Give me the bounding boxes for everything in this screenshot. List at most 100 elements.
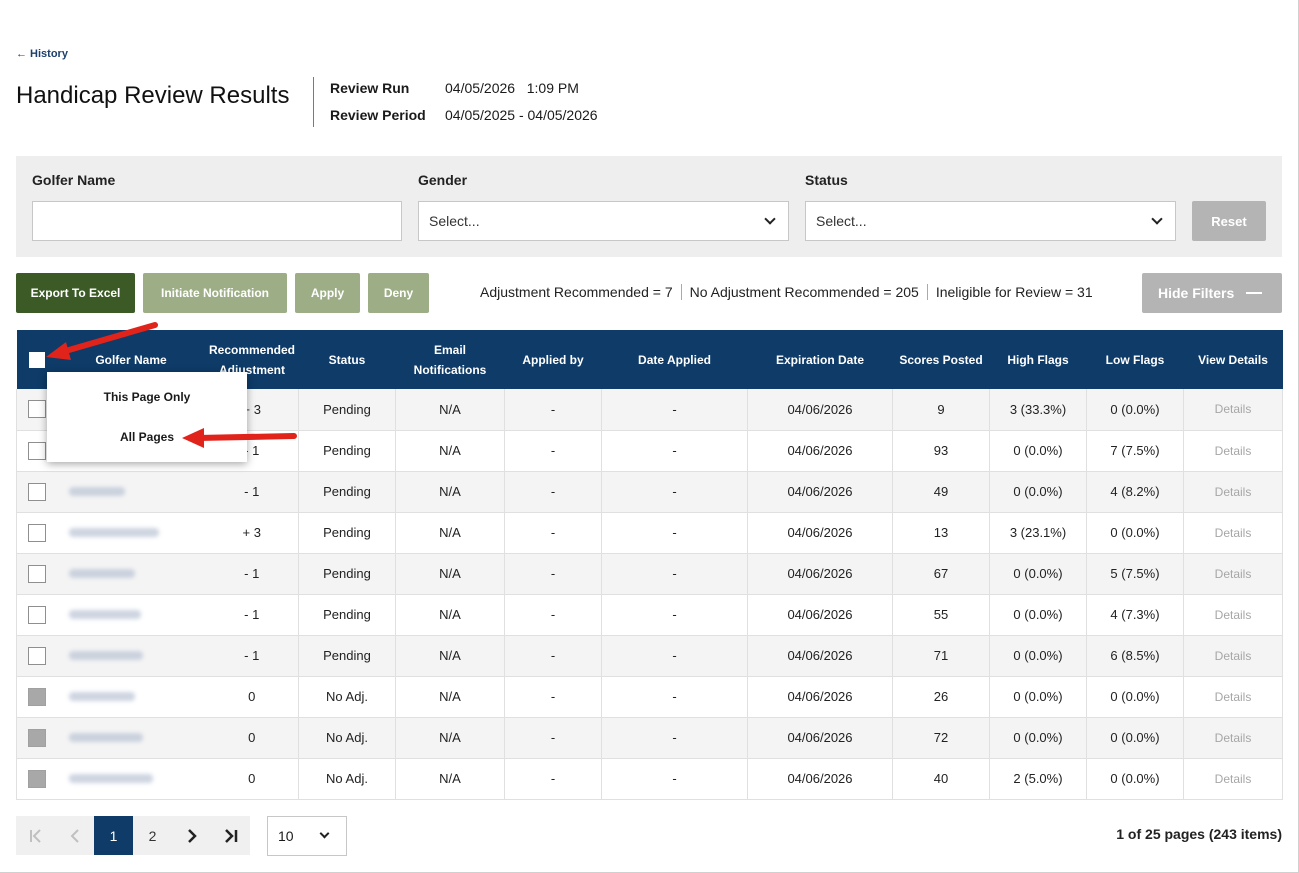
prev-page-button[interactable] bbox=[55, 816, 94, 855]
redacted-golfer-name[interactable] bbox=[68, 774, 153, 783]
redacted-golfer-name[interactable] bbox=[68, 651, 143, 660]
row-checkbox[interactable] bbox=[27, 564, 46, 583]
row-checkbox[interactable] bbox=[27, 646, 46, 665]
table-row[interactable]: 0 No Adj. N/A - -04/06/2026 26 0 (0.0%) 0 (0.0%… bbox=[16, 676, 1283, 718]
annotation-arrow-icon bbox=[46, 322, 158, 360]
details-link[interactable]: Details bbox=[1183, 512, 1283, 554]
table-row[interactable]: - 1 Pending N/A - -04/06/2026 49 0 (0.0%) 4 (8.… bbox=[16, 471, 1283, 513]
row-checkbox[interactable] bbox=[27, 523, 46, 542]
gender-select[interactable]: Select... bbox=[418, 201, 789, 241]
redacted-golfer-name[interactable] bbox=[68, 528, 159, 537]
details-link[interactable]: Details bbox=[1183, 758, 1283, 800]
status-cell: No Adj. bbox=[298, 758, 396, 800]
status-cell: Pending bbox=[298, 471, 396, 513]
col-expiration-date[interactable]: Expiration Date bbox=[747, 330, 893, 389]
table-row[interactable]: - 1 Pending N/A - -04/06/2026 71 0 (0.0%) 6 (8.… bbox=[16, 635, 1283, 677]
golfer-name-cell bbox=[56, 471, 206, 513]
col-email-notifications[interactable]: Email Notifications bbox=[395, 330, 505, 389]
details-link[interactable]: Details bbox=[1183, 471, 1283, 513]
golfer-name-input[interactable] bbox=[32, 201, 402, 241]
page-1-button[interactable]: 1 bbox=[94, 816, 133, 855]
row-checkbox[interactable] bbox=[27, 400, 46, 419]
row-checkbox[interactable] bbox=[27, 441, 46, 460]
col-low-flags[interactable]: Low Flags bbox=[1086, 330, 1184, 389]
table-row[interactable]: 0 No Adj. N/A - -04/06/2026 40 2 (5.0%) 0 (0.0%… bbox=[16, 758, 1283, 800]
col-scores-posted[interactable]: Scores Posted bbox=[892, 330, 990, 389]
scores-posted-cell: 49 bbox=[892, 471, 990, 513]
high-flags-cell: 0 (0.0%) bbox=[989, 717, 1087, 759]
details-link[interactable]: Details bbox=[1183, 594, 1283, 636]
row-checkbox[interactable] bbox=[27, 728, 46, 747]
status-cell: Pending bbox=[298, 553, 396, 595]
applied-by-cell: - bbox=[504, 553, 602, 595]
row-checkbox-cell[interactable] bbox=[16, 553, 57, 595]
row-checkbox[interactable] bbox=[27, 605, 46, 624]
date-applied-cell: - bbox=[601, 430, 748, 472]
row-checkbox[interactable] bbox=[27, 687, 46, 706]
reset-button[interactable]: Reset bbox=[1192, 201, 1266, 241]
status-select[interactable]: Select... bbox=[805, 201, 1176, 241]
email-notifications-cell: N/A bbox=[395, 758, 505, 800]
row-checkbox-cell[interactable] bbox=[16, 512, 57, 554]
table-row[interactable]: + 3 Pending N/A - -04/06/2026 13 3 (23.1%) 0 (0… bbox=[16, 512, 1283, 554]
high-flags-cell: 0 (0.0%) bbox=[989, 471, 1087, 513]
expiration-date-cell: 04/06/2026 bbox=[747, 553, 893, 595]
row-checkbox-cell[interactable] bbox=[16, 635, 57, 677]
col-status[interactable]: Status bbox=[298, 330, 396, 389]
applied-by-cell: - bbox=[504, 594, 602, 636]
page-size-select[interactable]: 10 bbox=[267, 816, 347, 856]
high-flags-cell: 3 (23.1%) bbox=[989, 512, 1087, 554]
export-to-excel-button[interactable]: Export To Excel bbox=[16, 273, 135, 313]
redacted-golfer-name[interactable] bbox=[68, 610, 141, 619]
details-link[interactable]: Details bbox=[1183, 676, 1283, 718]
last-page-button[interactable] bbox=[211, 816, 250, 855]
redacted-golfer-name[interactable] bbox=[68, 487, 125, 496]
back-to-history-link[interactable]: ← History bbox=[16, 48, 68, 60]
date-applied-cell: - bbox=[601, 676, 748, 718]
row-checkbox-cell[interactable] bbox=[16, 717, 57, 759]
table-row[interactable]: 0 No Adj. N/A - -04/06/2026 72 0 (0.0%) 0 (0.0%… bbox=[16, 717, 1283, 759]
redacted-golfer-name[interactable] bbox=[68, 692, 135, 701]
first-page-button[interactable] bbox=[16, 816, 55, 855]
hide-filters-label: Hide Filters bbox=[1158, 285, 1235, 301]
adjustment-cell: 0 bbox=[205, 758, 299, 800]
details-link[interactable]: Details bbox=[1183, 717, 1283, 759]
hide-filters-button[interactable]: Hide Filters bbox=[1142, 273, 1282, 313]
scores-posted-cell: 55 bbox=[892, 594, 990, 636]
gender-label: Gender bbox=[418, 172, 468, 188]
details-link[interactable]: Details bbox=[1183, 635, 1283, 677]
initiate-notification-button[interactable]: Initiate Notification bbox=[143, 273, 287, 313]
row-checkbox-cell[interactable] bbox=[16, 676, 57, 718]
deny-button[interactable]: Deny bbox=[368, 273, 429, 313]
details-link[interactable]: Details bbox=[1183, 430, 1283, 472]
redacted-golfer-name[interactable] bbox=[68, 733, 143, 742]
col-high-flags[interactable]: High Flags bbox=[989, 330, 1087, 389]
row-checkbox[interactable] bbox=[27, 482, 46, 501]
applied-by-cell: - bbox=[504, 758, 602, 800]
status-label: Status bbox=[805, 172, 848, 188]
row-checkbox-cell[interactable] bbox=[16, 758, 57, 800]
details-link[interactable]: Details bbox=[1183, 553, 1283, 595]
date-applied-cell: - bbox=[601, 717, 748, 759]
table-row[interactable]: - 1 Pending N/A - -04/06/2026 55 0 (0.0%) 4 (7.… bbox=[16, 594, 1283, 636]
col-date-applied[interactable]: Date Applied bbox=[601, 330, 748, 389]
redacted-golfer-name[interactable] bbox=[68, 569, 135, 578]
review-summary: Adjustment Recommended = 7 No Adjustment… bbox=[480, 284, 1101, 300]
row-checkbox-cell[interactable] bbox=[16, 471, 57, 513]
col-applied-by[interactable]: Applied by bbox=[504, 330, 602, 389]
first-page-icon bbox=[29, 828, 41, 843]
page-info: 1 of 25 pages (243 items) bbox=[1116, 826, 1282, 842]
apply-button[interactable]: Apply bbox=[295, 273, 360, 313]
table-row[interactable]: - 1 Pending N/A - -04/06/2026 67 0 (0.0%) 5 (7.… bbox=[16, 553, 1283, 595]
row-checkbox-cell[interactable] bbox=[16, 594, 57, 636]
scores-posted-cell: 13 bbox=[892, 512, 990, 554]
page-2-button[interactable]: 2 bbox=[133, 816, 172, 855]
expiration-date-cell: 04/06/2026 bbox=[747, 389, 893, 431]
details-link[interactable]: Details bbox=[1183, 389, 1283, 431]
adjustment-cell: 0 bbox=[205, 676, 299, 718]
next-page-button[interactable] bbox=[172, 816, 211, 855]
email-notifications-cell: N/A bbox=[395, 594, 505, 636]
menu-item-this-page-only[interactable]: This Page Only bbox=[47, 390, 247, 404]
row-checkbox[interactable] bbox=[27, 769, 46, 788]
applied-by-cell: - bbox=[504, 717, 602, 759]
